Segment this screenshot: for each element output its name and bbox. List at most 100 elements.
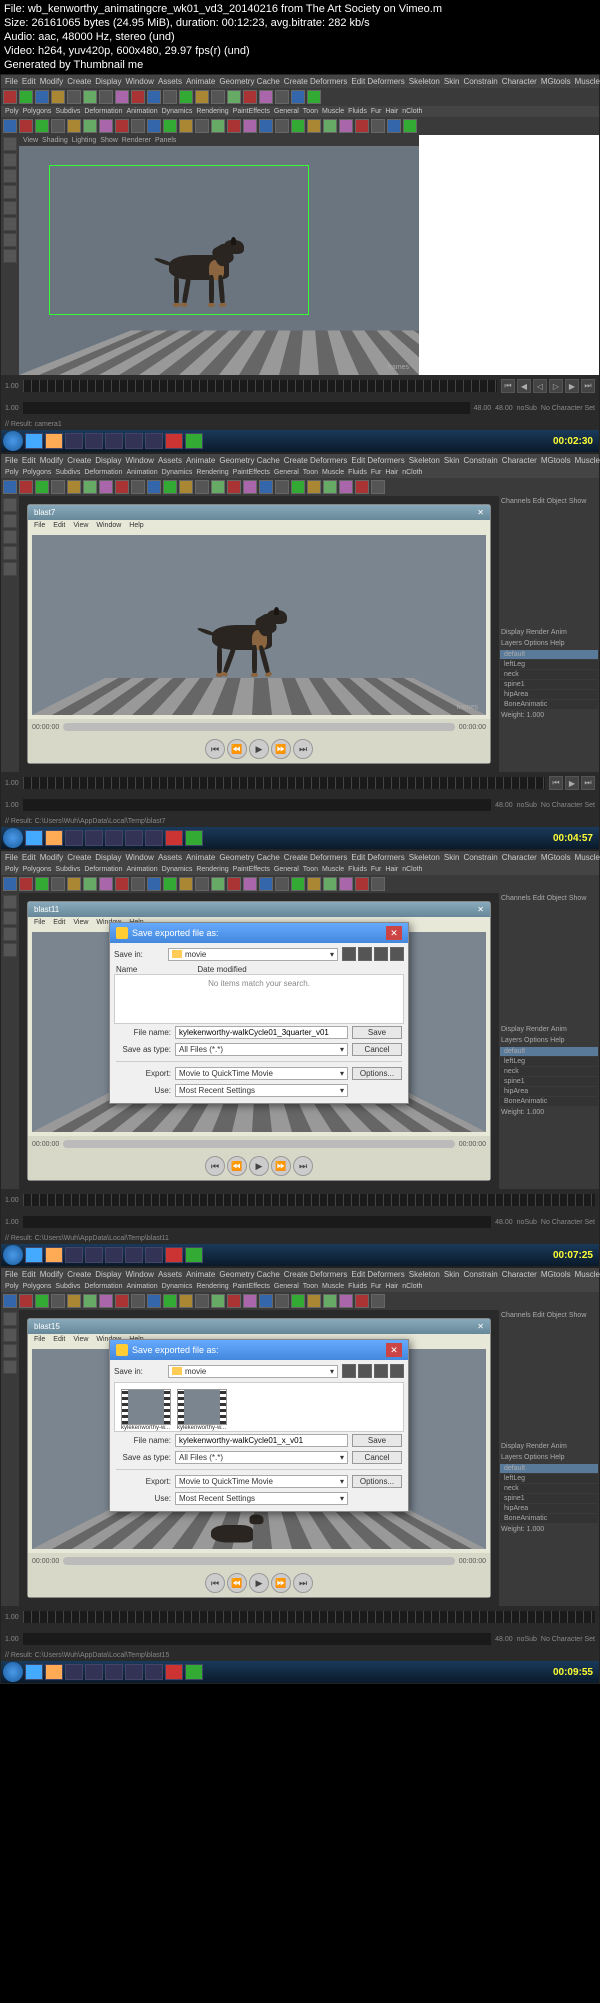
tool-icon[interactable] — [3, 1328, 17, 1342]
channel-box[interactable]: ChannelsEditObjectShow DisplayRenderAnim… — [499, 1310, 599, 1606]
command-line[interactable]: // Result: C:\Users\Wuh\AppData\Local\Te… — [1, 1233, 599, 1244]
shelf-icon[interactable] — [291, 119, 305, 133]
filename-input[interactable] — [175, 1026, 348, 1039]
taskbar-icon[interactable] — [145, 1247, 163, 1263]
taskbar-icon[interactable] — [65, 830, 83, 846]
layer-item[interactable]: hipArea — [500, 1504, 598, 1513]
shelf-icon[interactable] — [339, 877, 353, 891]
shelf-icon[interactable] — [307, 480, 321, 494]
taskbar-icon[interactable] — [105, 433, 123, 449]
taskbar-icon[interactable] — [145, 433, 163, 449]
fast-fwd-icon[interactable]: ⏭ — [581, 379, 595, 393]
command-line[interactable]: // Result: C:\Users\Wuh\AppData\Local\Te… — [1, 816, 599, 827]
shelf-icon[interactable] — [243, 480, 257, 494]
shelf-icon[interactable] — [403, 119, 417, 133]
layer-item[interactable]: hipArea — [500, 1087, 598, 1096]
tool-icon[interactable] — [3, 249, 17, 263]
shelf-icon[interactable] — [275, 480, 289, 494]
file-list[interactable]: kylekenworthy-w... kylekenworthy-w... — [114, 1382, 404, 1432]
main-menubar[interactable]: FileEditModifyCreateDisplayWindowAssetsA… — [1, 454, 599, 467]
shelf-icon[interactable] — [51, 1294, 65, 1308]
shelf-icon[interactable] — [275, 877, 289, 891]
step-fwd-icon[interactable]: ▶ — [565, 379, 579, 393]
shelf-icon[interactable] — [179, 877, 193, 891]
time-slider[interactable]: 1.00 — [1, 1189, 599, 1211]
layer-item[interactable]: leftLeg — [500, 660, 598, 669]
taskbar-icon[interactable] — [85, 1247, 103, 1263]
tool-icon[interactable] — [179, 90, 193, 104]
shelf-icon[interactable] — [211, 877, 225, 891]
shelf-icon[interactable] — [163, 480, 177, 494]
taskbar-icon[interactable] — [125, 830, 143, 846]
tool-icon[interactable] — [3, 943, 17, 957]
move-tool-icon[interactable] — [3, 153, 17, 167]
tool-icon[interactable] — [3, 1312, 17, 1326]
rotate-tool-icon[interactable] — [3, 169, 17, 183]
shelf-icon[interactable] — [243, 119, 257, 133]
shelf-icon[interactable] — [339, 480, 353, 494]
filename-input[interactable] — [175, 1434, 348, 1447]
up-icon[interactable] — [358, 1364, 372, 1378]
end-icon[interactable]: ⏭ — [293, 739, 313, 759]
layer-item[interactable]: BoneAnimatic — [500, 700, 598, 709]
shelf-icon[interactable] — [371, 1294, 385, 1308]
shelf-icon[interactable] — [83, 480, 97, 494]
shelf-icon[interactable] — [211, 119, 225, 133]
tool-icon[interactable] — [3, 514, 17, 528]
taskbar-icon[interactable] — [85, 1664, 103, 1680]
shelf-icon[interactable] — [291, 480, 305, 494]
start-button-icon[interactable] — [3, 1662, 23, 1682]
shelf-icon[interactable] — [227, 480, 241, 494]
tool-icon[interactable] — [35, 90, 49, 104]
main-menubar[interactable]: FileEditModifyCreateDisplayWindowAssetsA… — [1, 75, 599, 88]
shelf-icon[interactable] — [227, 1294, 241, 1308]
tool-icon[interactable] — [3, 90, 17, 104]
tool-icon[interactable] — [3, 927, 17, 941]
close-icon[interactable]: ✕ — [477, 905, 484, 914]
ie-icon[interactable] — [25, 830, 43, 846]
tool-icon[interactable] — [3, 530, 17, 544]
perspective-viewport[interactable]: ViewShadingLightingShowRendererPanels fr… — [19, 135, 599, 375]
tool-icon[interactable] — [3, 546, 17, 560]
shelf-icon[interactable] — [259, 877, 273, 891]
ie-icon[interactable] — [25, 1664, 43, 1680]
layer-item[interactable]: neck — [500, 670, 598, 679]
pdf-icon[interactable] — [165, 830, 183, 846]
folder-icon[interactable] — [45, 1664, 63, 1680]
shelf-icon[interactable] — [3, 1294, 17, 1308]
tool-icon[interactable] — [51, 90, 65, 104]
layer-item[interactable]: BoneAnimatic — [500, 1097, 598, 1106]
shelf-icon[interactable] — [339, 1294, 353, 1308]
timeline-track[interactable] — [23, 380, 497, 392]
command-line[interactable]: // Result: C:\Users\Wuh\AppData\Local\Te… — [1, 1650, 599, 1661]
shelf-icon[interactable] — [371, 877, 385, 891]
shelf-icon[interactable] — [115, 1294, 129, 1308]
window-titlebar[interactable]: blast15✕ — [28, 1319, 490, 1334]
cancel-button[interactable]: Cancel — [352, 1043, 402, 1056]
tool-icon[interactable] — [3, 1344, 17, 1358]
folder-icon[interactable] — [45, 433, 63, 449]
toolbox[interactable] — [1, 893, 19, 1189]
layer-item[interactable]: leftLeg — [500, 1474, 598, 1483]
up-icon[interactable] — [358, 947, 372, 961]
shelf-icon[interactable] — [3, 877, 17, 891]
rewind-icon[interactable]: ⏮ — [549, 776, 563, 790]
layer-item[interactable]: hipArea — [500, 690, 598, 699]
taskbar-icon[interactable] — [85, 433, 103, 449]
tool-icon[interactable] — [227, 90, 241, 104]
saveas-dropdown[interactable]: All Files (*.*)▾ — [175, 1043, 348, 1056]
scrubber[interactable]: 00:00:00 00:00:00 — [28, 719, 490, 735]
shelf-icon[interactable] — [147, 1294, 161, 1308]
shelf-icon[interactable] — [259, 480, 273, 494]
channel-box[interactable]: ChannelsEditObjectShow DisplayRenderAnim… — [499, 496, 599, 772]
save-button[interactable]: Save — [352, 1026, 402, 1039]
shelf-icon[interactable] — [83, 877, 97, 891]
file-list[interactable]: No items match your search. — [114, 974, 404, 1024]
taskbar-icon[interactable] — [85, 830, 103, 846]
shelf-icon[interactable] — [307, 1294, 321, 1308]
shelf-icon[interactable] — [51, 119, 65, 133]
shelf-icon[interactable] — [67, 877, 81, 891]
ie-icon[interactable] — [25, 433, 43, 449]
time-slider[interactable] — [63, 1557, 455, 1565]
shelf-icon[interactable] — [147, 480, 161, 494]
